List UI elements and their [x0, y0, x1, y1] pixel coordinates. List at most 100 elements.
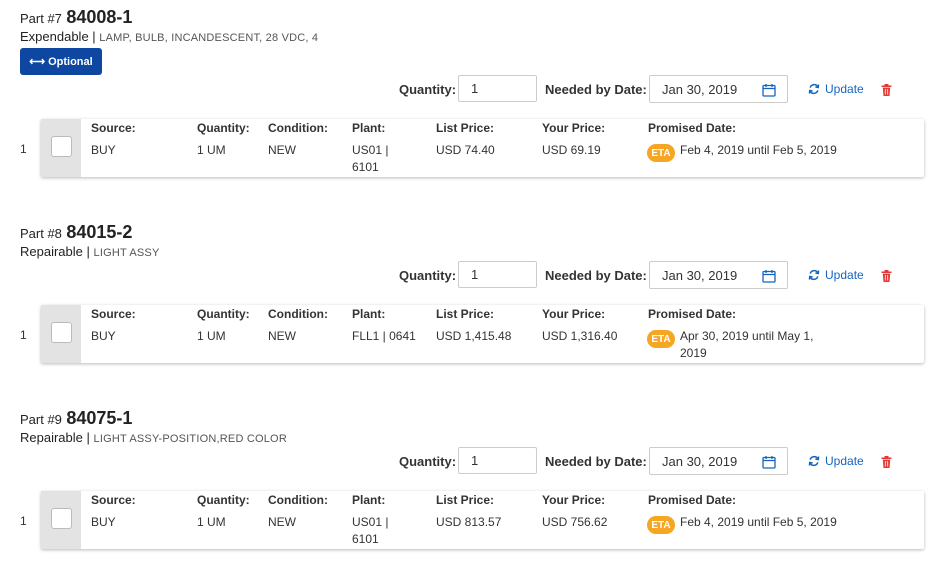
part-description: LIGHT ASSY	[93, 247, 160, 259]
part-number: 84015-2	[66, 222, 133, 242]
supply-line-card: Source: BUY Quantity: 1 UM Condition: NE…	[41, 305, 924, 363]
condition-label: Condition:	[268, 121, 328, 135]
your-price-value: USD 1,316.40	[542, 329, 618, 343]
part-prefix: Part #8	[20, 226, 62, 241]
plant-label: Plant:	[352, 493, 386, 507]
condition-value: NEW	[268, 515, 296, 529]
needed-date-field[interactable]: Jan 30, 2019	[649, 447, 788, 475]
refresh-icon	[808, 83, 820, 95]
part-type-line: Repairable | LIGHT ASSY	[20, 244, 160, 259]
condition-label: Condition:	[268, 493, 328, 507]
part-number: 84075-1	[66, 408, 133, 428]
plant-label: Plant:	[352, 307, 386, 321]
promised-date-label: Promised Date:	[648, 307, 737, 321]
line-checkbox[interactable]	[51, 322, 72, 343]
needed-by-label: Needed by Date:	[545, 82, 647, 97]
quantity-value: 1 UM	[197, 329, 226, 343]
source-label: Source:	[91, 121, 136, 135]
supply-line-card: Source: BUY Quantity: 1 UM Condition: NE…	[41, 491, 924, 549]
quantity-col-label: Quantity:	[197, 493, 250, 507]
part-type: Repairable |	[20, 430, 90, 445]
source-label: Source:	[91, 307, 136, 321]
list-price-value: USD 813.57	[436, 515, 502, 529]
part-description: LIGHT ASSY-POSITION,RED COLOR	[93, 433, 287, 445]
line-index: 1	[20, 142, 27, 156]
trash-icon[interactable]	[881, 84, 892, 96]
promised-date-value: Apr 30, 2019 until May 1, 2019	[680, 329, 814, 360]
arrows-horizontal-icon: ⟷	[29, 56, 46, 68]
select-area	[41, 119, 81, 177]
eta-badge: ETA	[647, 144, 675, 162]
list-price-label: List Price:	[436, 121, 495, 135]
part-header: Part #9 84075-1	[20, 408, 132, 429]
promised-date-value: Feb 4, 2019 until Feb 5, 2019	[680, 515, 837, 529]
source-value: BUY	[91, 329, 116, 343]
update-label: Update	[825, 82, 864, 96]
needed-date-field[interactable]: Jan 30, 2019	[649, 75, 788, 103]
your-price-label: Your Price:	[542, 307, 606, 321]
quantity-value: 1 UM	[197, 143, 226, 157]
part-type: Expendable |	[20, 29, 96, 44]
quantity-label: Quantity:	[399, 454, 457, 469]
calendar-icon[interactable]	[762, 269, 776, 283]
update-label: Update	[825, 268, 864, 282]
quantity-label: Quantity:	[399, 82, 457, 97]
list-price-value: USD 74.40	[436, 143, 495, 157]
condition-value: NEW	[268, 143, 296, 157]
trash-icon[interactable]	[881, 456, 892, 468]
quantity-col-label: Quantity:	[197, 121, 250, 135]
line-checkbox[interactable]	[51, 136, 72, 157]
trash-icon[interactable]	[881, 270, 892, 282]
line-index: 1	[20, 328, 27, 342]
part-description: LAMP, BULB, INCANDESCENT, 28 VDC, 4	[99, 32, 319, 44]
update-button[interactable]: Update	[808, 454, 864, 468]
plant-value: US01 | 6101	[352, 143, 389, 174]
refresh-icon	[808, 269, 820, 281]
quantity-input[interactable]: 1	[458, 75, 537, 102]
select-area	[41, 305, 81, 363]
part-header: Part #8 84015-2	[20, 222, 132, 243]
source-value: BUY	[91, 515, 116, 529]
promised-date-value: Feb 4, 2019 until Feb 5, 2019	[680, 143, 837, 157]
select-area	[41, 491, 81, 549]
supply-line-card: Source: BUY Quantity: 1 UM Condition: NE…	[41, 119, 924, 177]
part-type-line: Expendable | LAMP, BULB, INCANDESCENT, 2…	[20, 29, 318, 44]
part-type-line: Repairable | LIGHT ASSY-POSITION,RED COL…	[20, 430, 287, 445]
source-label: Source:	[91, 493, 136, 507]
update-button[interactable]: Update	[808, 82, 864, 96]
calendar-icon[interactable]	[762, 83, 776, 97]
calendar-icon[interactable]	[762, 455, 776, 469]
part-prefix: Part #9	[20, 412, 62, 427]
part-header: Part #7 84008-1	[20, 7, 132, 28]
your-price-label: Your Price:	[542, 493, 606, 507]
part-type: Repairable |	[20, 244, 90, 259]
plant-value: US01 | 6101	[352, 515, 389, 546]
optional-button[interactable]: ⟷ Optional	[20, 48, 102, 75]
quantity-value: 1 UM	[197, 515, 226, 529]
eta-badge: ETA	[647, 516, 675, 534]
line-index: 1	[20, 514, 27, 528]
quantity-input[interactable]: 1	[458, 447, 537, 474]
quantity-label: Quantity:	[399, 268, 457, 283]
refresh-icon	[808, 455, 820, 467]
promised-date-label: Promised Date:	[648, 493, 737, 507]
needed-date-value: Jan 30, 2019	[662, 267, 738, 283]
needed-date-field[interactable]: Jan 30, 2019	[649, 261, 788, 289]
optional-label: Optional	[48, 55, 93, 68]
your-price-value: USD 756.62	[542, 515, 608, 529]
line-checkbox[interactable]	[51, 508, 72, 529]
quantity-input[interactable]: 1	[458, 261, 537, 288]
list-price-label: List Price:	[436, 493, 495, 507]
your-price-label: Your Price:	[542, 121, 606, 135]
needed-date-value: Jan 30, 2019	[662, 453, 738, 469]
needed-date-value: Jan 30, 2019	[662, 81, 738, 97]
list-price-value: USD 1,415.48	[436, 329, 512, 343]
needed-by-label: Needed by Date:	[545, 454, 647, 469]
quantity-col-label: Quantity:	[197, 307, 250, 321]
condition-value: NEW	[268, 329, 296, 343]
promised-date-label: Promised Date:	[648, 121, 737, 135]
part-prefix: Part #7	[20, 11, 62, 26]
part-number: 84008-1	[66, 7, 133, 27]
update-button[interactable]: Update	[808, 268, 864, 282]
your-price-value: USD 69.19	[542, 143, 601, 157]
